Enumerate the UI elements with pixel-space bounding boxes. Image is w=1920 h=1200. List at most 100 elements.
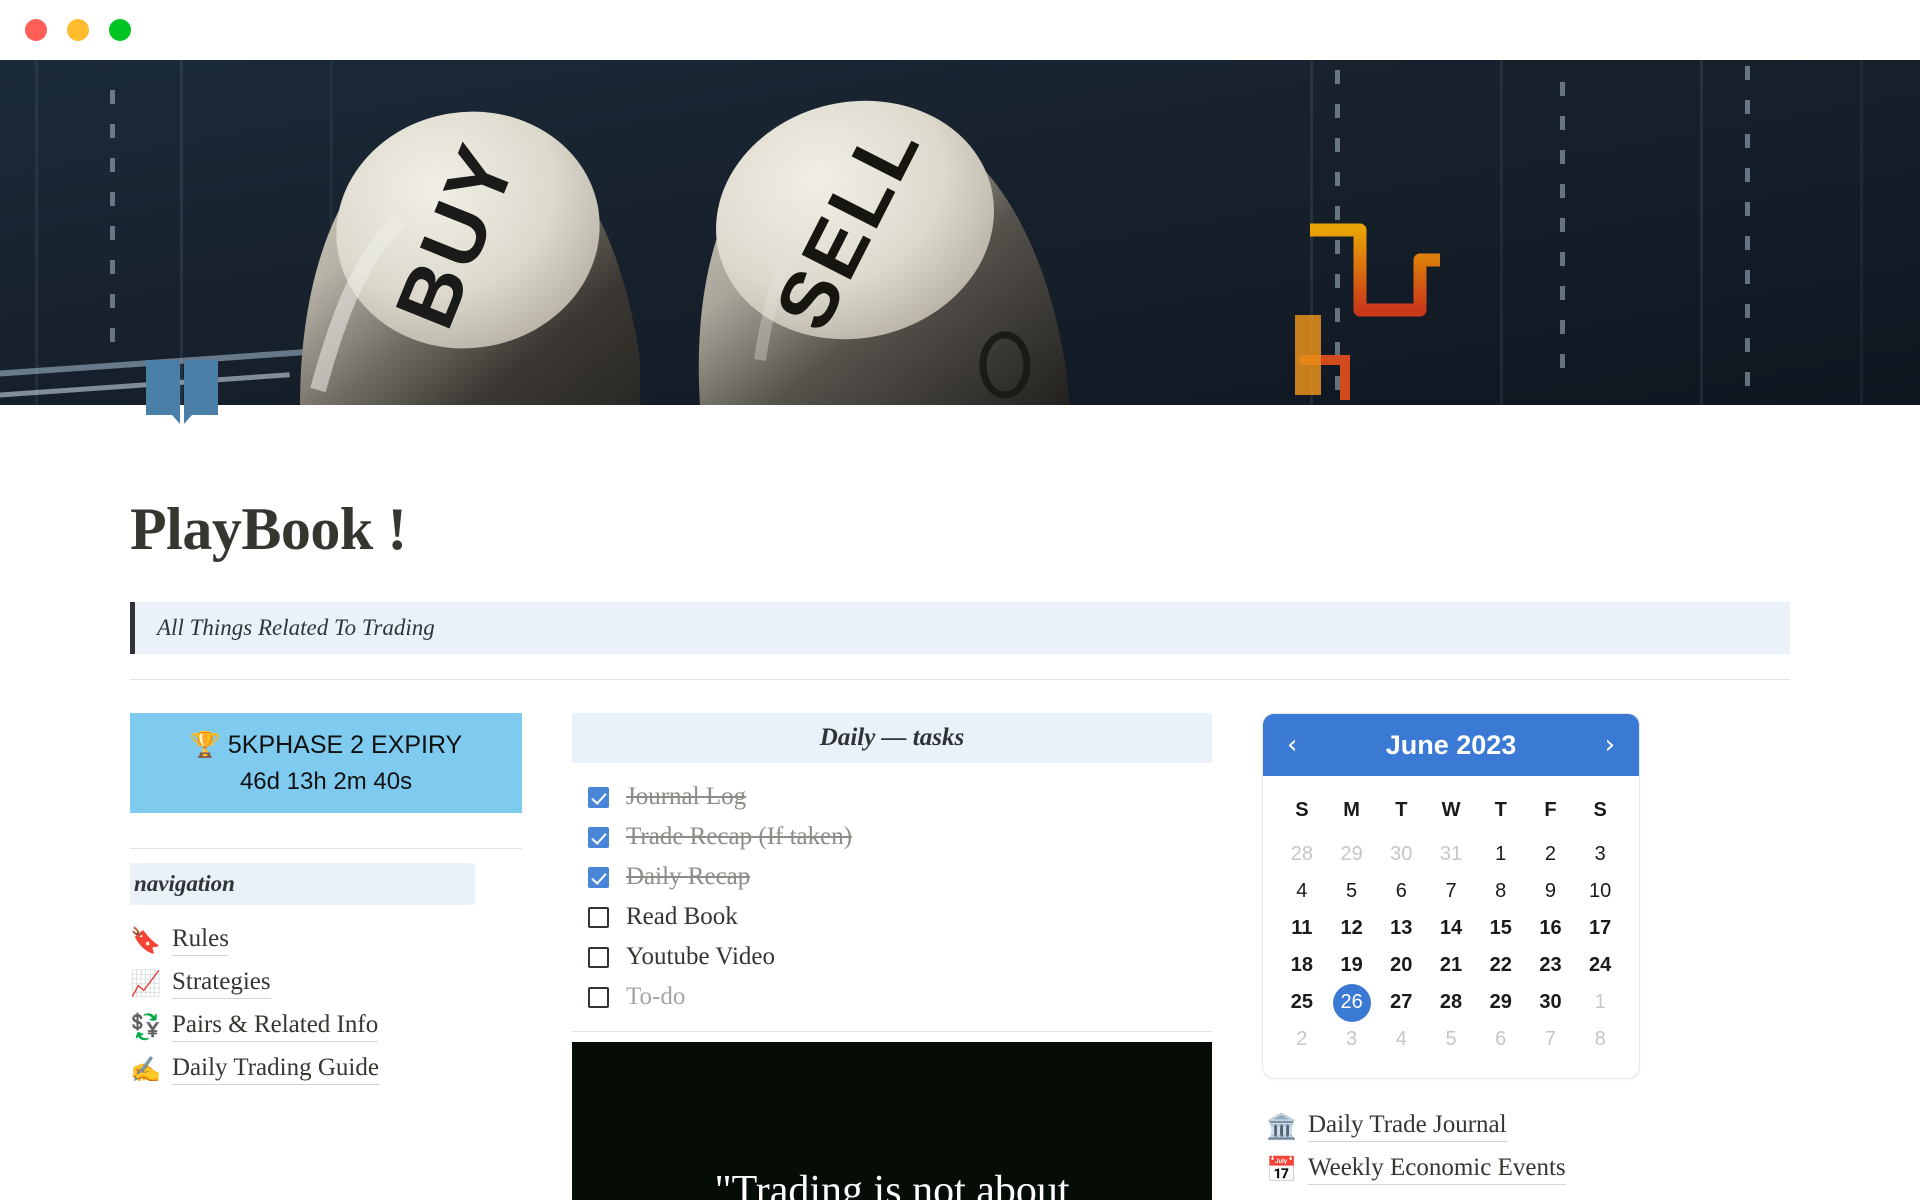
day-number: 4	[1395, 1028, 1407, 1050]
task-row[interactable]: Youtube Video	[572, 937, 1212, 977]
calendar-day[interactable]: 12	[1327, 910, 1377, 947]
subtitle-callout: All Things Related To Trading	[130, 602, 1790, 654]
calendar-day[interactable]: 4	[1376, 1021, 1426, 1058]
task-checkbox[interactable]	[588, 986, 609, 1008]
link-daily-trade-journal[interactable]: 🏛️ Daily Trade Journal	[1262, 1105, 1640, 1148]
calendar-day[interactable]: 27	[1376, 984, 1426, 1021]
hero-cover-image: BUY SELL	[0, 60, 1920, 405]
task-checkbox[interactable]	[588, 866, 609, 888]
day-number: 8	[1495, 880, 1507, 902]
minimize-button[interactable]	[67, 19, 89, 41]
calendar-day[interactable]: 16	[1526, 910, 1576, 947]
task-checkbox[interactable]	[588, 786, 609, 808]
link-weekly-economic-events[interactable]: 📅 Weekly Economic Events	[1262, 1148, 1640, 1191]
calendar-day[interactable]: 10	[1575, 873, 1625, 910]
calendar-day[interactable]: 28	[1277, 836, 1327, 873]
navigation-header: navigation	[130, 863, 475, 905]
chevron-left-icon[interactable]: ‹	[1287, 732, 1297, 758]
calendar-day[interactable]: 9	[1526, 873, 1576, 910]
task-checkbox[interactable]	[588, 946, 609, 968]
day-number: 22	[1489, 954, 1512, 976]
day-number: 10	[1589, 880, 1612, 902]
task-row[interactable]: Journal Log	[572, 777, 1212, 817]
day-number: 13	[1390, 917, 1413, 939]
sidebar-item-pairs[interactable]: 💱 Pairs & Related Info	[130, 1005, 522, 1048]
calendar-day[interactable]: 28	[1426, 984, 1476, 1021]
calendar-day[interactable]: 22	[1476, 947, 1526, 984]
calendar-day[interactable]: 17	[1575, 910, 1625, 947]
calendar-day[interactable]: 13	[1376, 910, 1426, 947]
sidebar-item-strategies[interactable]: 📈 Strategies	[130, 962, 522, 1005]
link-label: Weekly Economic Events	[1308, 1154, 1566, 1185]
calendar-day[interactable]: 29	[1476, 984, 1526, 1021]
weekday-label: W	[1441, 799, 1461, 821]
calendar-day[interactable]: 3	[1327, 1021, 1377, 1058]
day-number: 24	[1589, 954, 1612, 976]
calendar-day[interactable]: 14	[1426, 910, 1476, 947]
calendar-day[interactable]: 30	[1376, 836, 1426, 873]
calendar-day[interactable]: 3	[1575, 836, 1625, 873]
calendar-day[interactable]: 1	[1575, 984, 1625, 1021]
calendar-week-row: 2 3 4 5 6 7 8	[1277, 1021, 1625, 1058]
calendar-day[interactable]: 20	[1376, 947, 1426, 984]
task-label: Daily Recap	[626, 863, 751, 890]
calendar-month-label: June 2023	[1385, 729, 1517, 760]
calendar-day[interactable]: 23	[1526, 947, 1576, 984]
tasks-divider	[572, 1031, 1212, 1032]
sidebar-item-label: Rules	[172, 925, 229, 956]
calendar-day[interactable]: 2	[1526, 836, 1576, 873]
task-checkbox[interactable]	[588, 906, 609, 928]
task-row[interactable]: Daily Recap	[572, 857, 1212, 897]
day-number: 7	[1445, 880, 1457, 902]
calendar-day[interactable]: 18	[1277, 947, 1327, 984]
countdown-title: 🏆 5KPHASE 2 EXPIRY	[190, 731, 462, 760]
calendar-day[interactable]: 15	[1476, 910, 1526, 947]
calendar-grid: S M T W T F S 28 29 30 31 1 2 3 4 5 6 7 …	[1263, 776, 1639, 1078]
calendar-day[interactable]: 2	[1277, 1021, 1327, 1058]
calendar-day[interactable]: 30	[1526, 984, 1576, 1021]
calendar-day[interactable]: 7	[1426, 873, 1476, 910]
calendar-column: ‹ June 2023 › S M T W T F S 28 29 30 31 …	[1262, 713, 1640, 1200]
weekday-label: S	[1295, 799, 1309, 821]
task-row[interactable]: Trade Recap (If taken)	[572, 817, 1212, 857]
left-column: 🏆 5KPHASE 2 EXPIRY 46d 13h 2m 40s naviga…	[130, 713, 522, 1200]
day-number: 15	[1489, 917, 1512, 939]
calendar-day[interactable]: 21	[1426, 947, 1476, 984]
calendar-day[interactable]: 31	[1426, 836, 1476, 873]
maximize-button[interactable]	[109, 19, 131, 41]
calendar-day[interactable]: 11	[1277, 910, 1327, 947]
close-button[interactable]	[25, 19, 47, 41]
calendar-day[interactable]: 7	[1526, 1021, 1576, 1058]
calendar-day[interactable]: 19	[1327, 947, 1377, 984]
tasks-header: Daily — tasks	[572, 713, 1212, 763]
calendar-day[interactable]: 6	[1476, 1021, 1526, 1058]
calendar-day[interactable]: 6	[1376, 873, 1426, 910]
day-number: 3	[1594, 843, 1606, 865]
day-number: 20	[1390, 954, 1413, 976]
sidebar-item-rules[interactable]: 🔖 Rules	[130, 919, 522, 962]
calendar-day[interactable]: 4	[1277, 873, 1327, 910]
day-number: 30	[1539, 991, 1562, 1013]
calendar-day[interactable]: 29	[1327, 836, 1377, 873]
task-row-placeholder[interactable]: To-do	[572, 977, 1212, 1017]
currency-exchange-icon: 💱	[130, 1012, 162, 1041]
calendar-day[interactable]: 5	[1327, 873, 1377, 910]
sidebar-item-label: Strategies	[172, 968, 271, 999]
task-label: Journal Log	[626, 783, 747, 810]
day-number: 11	[1291, 917, 1313, 939]
day-number: 21	[1439, 954, 1463, 976]
task-checkbox[interactable]	[588, 826, 609, 848]
weekday-label: S	[1593, 799, 1607, 821]
chevron-right-icon[interactable]: ›	[1605, 732, 1615, 758]
calendar-day[interactable]: 25	[1277, 984, 1327, 1021]
sidebar-item-daily-trading-guide[interactable]: ✍️ Daily Trading Guide	[130, 1048, 522, 1091]
calendar-day-selected[interactable]: 26	[1327, 983, 1377, 1022]
calendar-day[interactable]: 1	[1476, 836, 1526, 873]
calendar-day[interactable]: 24	[1575, 947, 1625, 984]
day-number: 7	[1544, 1028, 1557, 1050]
calendar-day[interactable]: 8	[1575, 1021, 1625, 1058]
day-number: 6	[1395, 880, 1407, 902]
task-row[interactable]: Read Book	[572, 897, 1212, 937]
calendar-day[interactable]: 8	[1476, 873, 1526, 910]
calendar-day[interactable]: 5	[1426, 1021, 1476, 1058]
